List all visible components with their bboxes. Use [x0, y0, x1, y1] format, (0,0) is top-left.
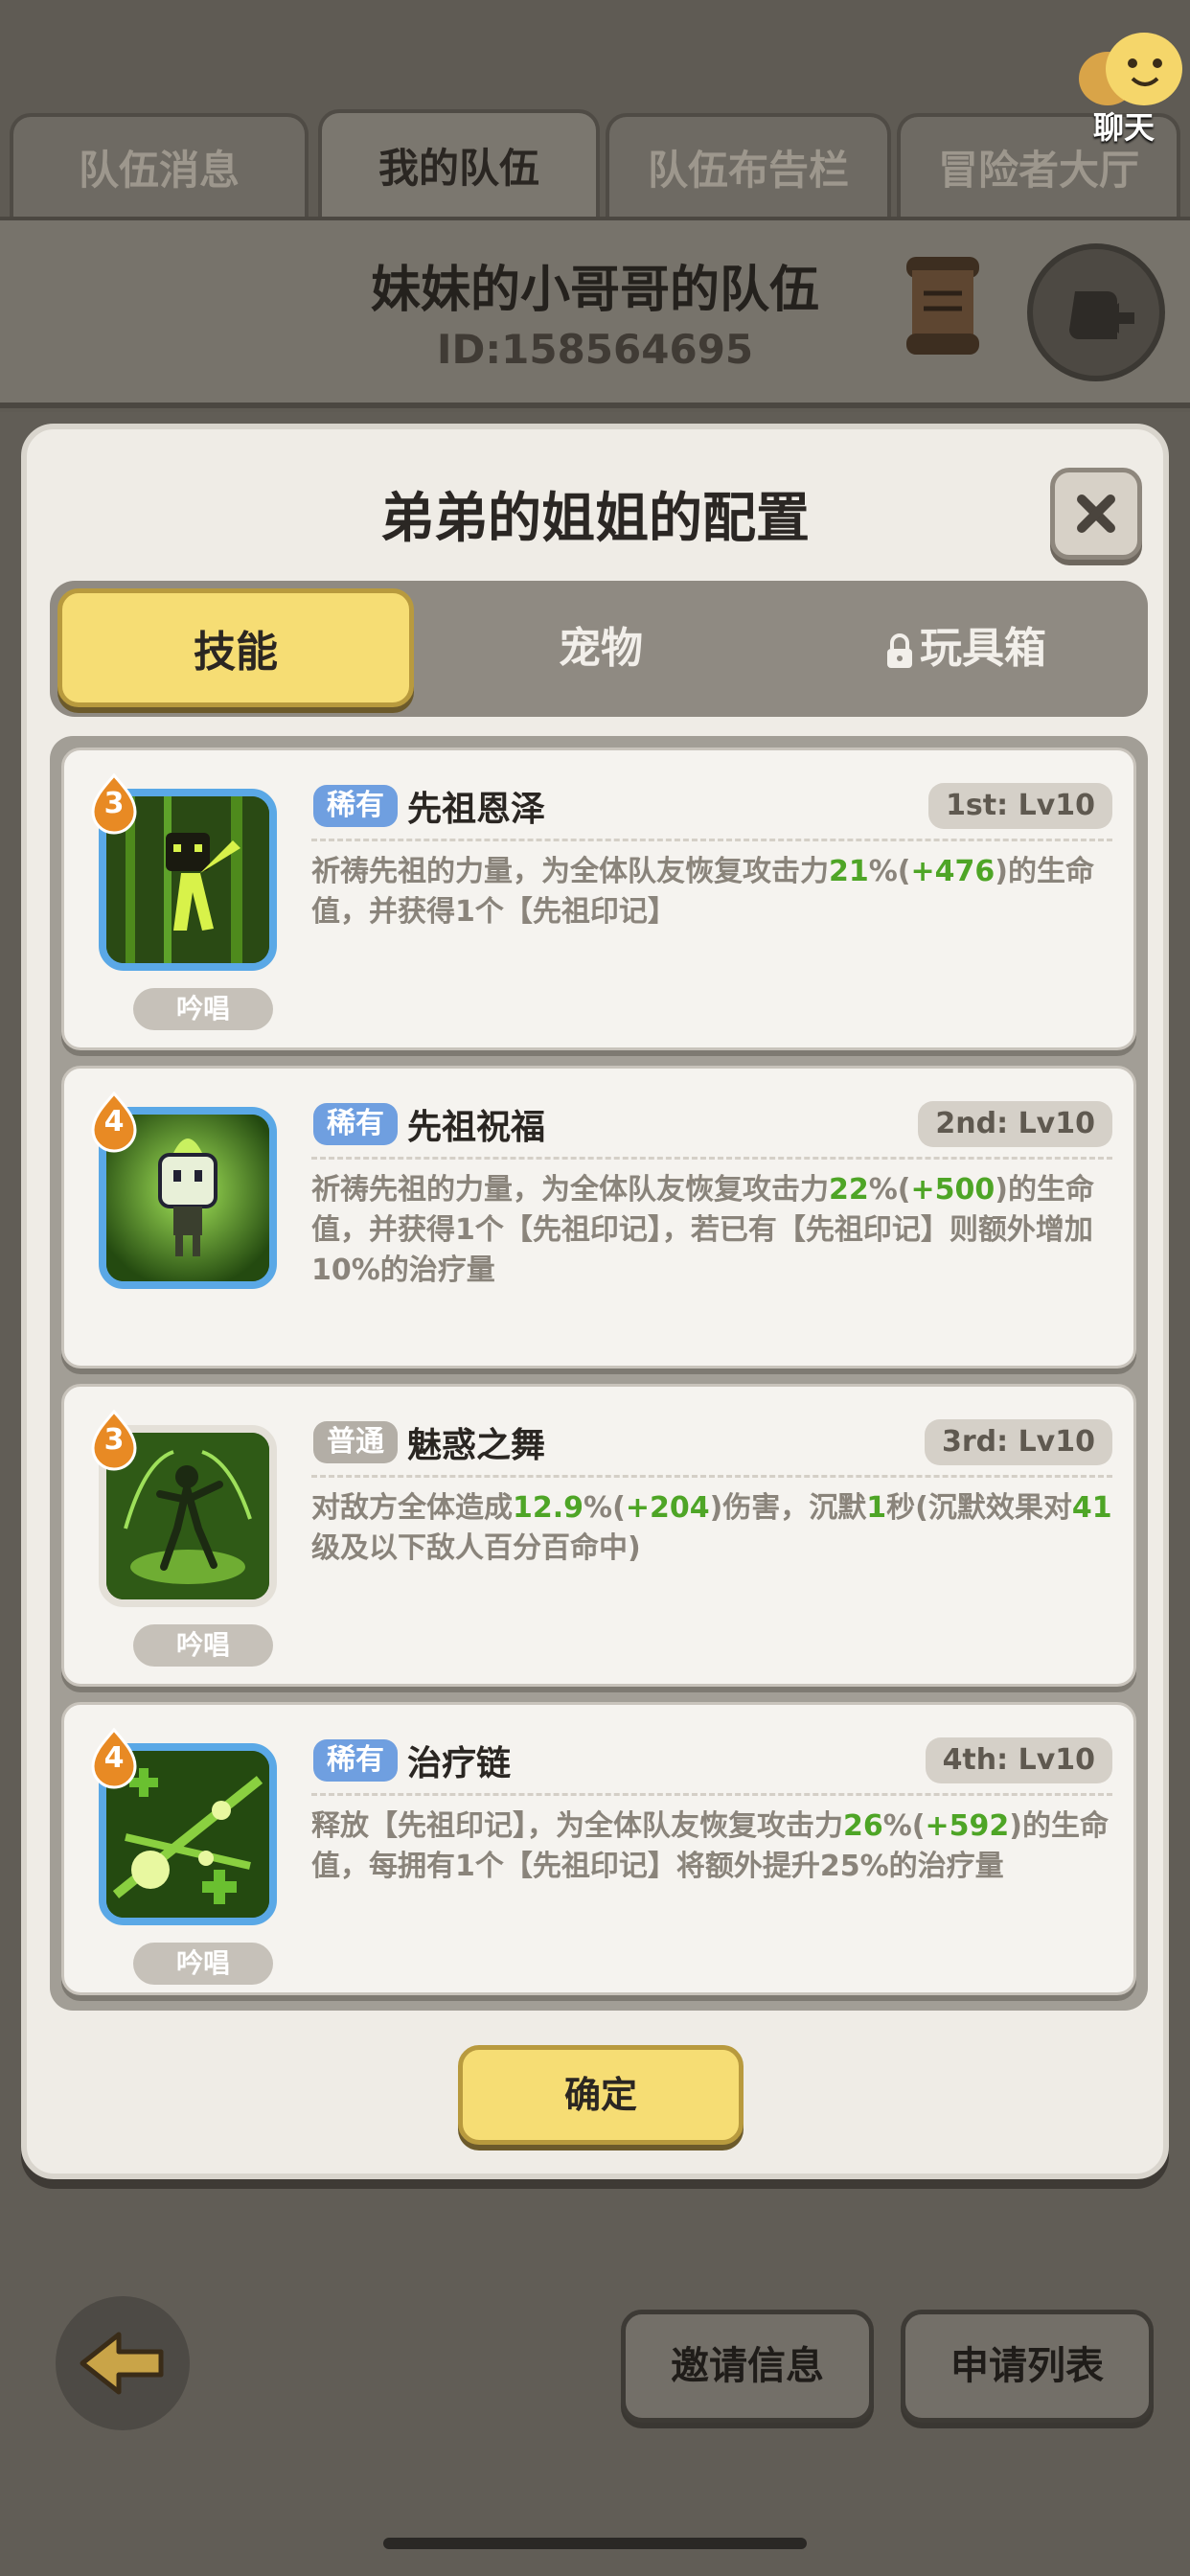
highlight-value: 1	[866, 1491, 887, 1525]
skill-level: 3	[103, 787, 125, 820]
divider	[311, 1157, 1112, 1160]
team-name: 妹妹的小哥哥的队伍	[370, 262, 819, 319]
description-text: %(	[868, 855, 911, 888]
close-icon	[1077, 494, 1115, 533]
divider	[311, 1793, 1112, 1796]
skill-name: 先祖恩泽	[407, 790, 546, 829]
slot-level-tag: 4th: Lv10	[925, 1737, 1112, 1783]
rarity-badge: 稀有	[313, 785, 398, 827]
skill-name: 治疗链	[407, 1744, 512, 1783]
rarity-badge: 稀有	[313, 1103, 398, 1145]
skill-level: 3	[103, 1423, 125, 1457]
divider	[311, 839, 1112, 841]
highlight-value: +500	[910, 1173, 995, 1207]
skill-description: 释放【先祖印记】，为全体队友恢复攻击力26%(+592)的生命值，每拥有1个【先…	[311, 1806, 1112, 1887]
tab-my-team[interactable]: 我的队伍	[318, 109, 600, 220]
description-text: 释放【先祖印记】，为全体队友恢复攻击力	[311, 1809, 843, 1843]
skill-level: 4	[103, 1741, 125, 1775]
close-button[interactable]	[1050, 468, 1142, 560]
skill-name: 魅惑之舞	[407, 1426, 546, 1465]
cast-tag: 吟唱	[133, 1624, 273, 1667]
skill-name: 先祖祝福	[407, 1108, 546, 1147]
loadout-modal: 弟弟的姐姐的配置 技能 宠物 玩具箱 3 吟唱 稀有 先祖恩泽 1st: Lv1…	[21, 424, 1169, 2179]
segment-pets[interactable]: 宠物	[423, 581, 778, 717]
skill-description: 对敌方全体造成12.9%(+204)伤害，沉默1秒(沉默效果对41 级及以下敌人百…	[311, 1488, 1112, 1569]
description-text: %(	[584, 1491, 626, 1525]
segment-toybox-label: 玩具箱	[920, 624, 1046, 673]
skill-card[interactable]: 3 吟唱 普通 魅惑之舞 3rd: Lv10 对敌方全体造成12.9%(+204…	[61, 1384, 1136, 1687]
skill-description: 祈祷先祖的力量，为全体队友恢复攻击力21%(+476)的生命值，并获得1个【先祖…	[311, 852, 1112, 932]
lock-icon	[887, 633, 912, 668]
description-text: 级及以下敌人百分百命中)	[311, 1531, 641, 1565]
rarity-badge: 普通	[313, 1421, 398, 1463]
rarity-badge: 稀有	[313, 1739, 398, 1782]
team-id: ID:158564695	[436, 326, 754, 373]
slot-level-tag: 1st: Lv10	[928, 783, 1112, 829]
segment-control: 技能 宠物 玩具箱	[50, 581, 1148, 717]
highlight-value: 26	[843, 1809, 883, 1843]
home-indicator	[383, 2538, 807, 2549]
description-text: 祈祷先祖的力量，为全体队友恢复攻击力	[311, 855, 829, 888]
top-tab-bar: 队伍消息 我的队伍 队伍布告栏 冒险者大厅	[10, 109, 1180, 220]
skill-card[interactable]: 4 稀有 先祖祝福 2nd: Lv10 祈祷先祖的力量，为全体队友恢复攻击力22…	[61, 1066, 1136, 1368]
skill-description: 祈祷先祖的力量，为全体队友恢复攻击力22%(+500)的生命值，并获得1个【先祖…	[311, 1170, 1112, 1291]
chat-label: 聊天	[1092, 109, 1155, 146]
apply-list-button[interactable]: 申请列表	[901, 2310, 1154, 2423]
back-button[interactable]	[56, 2296, 190, 2430]
highlight-value: +204	[625, 1491, 710, 1525]
skill-card[interactable]: 4 吟唱 稀有 治疗链 4th: Lv10 释放【先祖印记】，为全体队友恢复攻击…	[61, 1702, 1136, 1995]
description-text: %(	[882, 1809, 926, 1843]
modal-title: 弟弟的姐姐的配置	[380, 488, 810, 550]
description-text: )伤害，沉默	[709, 1491, 867, 1525]
description-text: 对敌方全体造成	[311, 1491, 513, 1525]
segment-toybox[interactable]: 玩具箱	[788, 581, 1142, 717]
highlight-value: 21	[829, 855, 869, 888]
highlight-value: 12.9	[513, 1491, 584, 1525]
description-text: %(	[868, 1173, 911, 1207]
slot-level-tag: 3rd: Lv10	[924, 1419, 1112, 1465]
highlight-value: +592	[925, 1809, 1010, 1843]
slot-level-tag: 2nd: Lv10	[918, 1101, 1112, 1147]
skills-list: 3 吟唱 稀有 先祖恩泽 1st: Lv10 祈祷先祖的力量，为全体队友恢复攻击…	[50, 736, 1148, 2011]
scroll-icon[interactable]	[897, 251, 989, 358]
description-text: 祈祷先祖的力量，为全体队友恢复攻击力	[311, 1173, 829, 1207]
highlight-value: +476	[910, 855, 995, 888]
skill-card[interactable]: 3 吟唱 稀有 先祖恩泽 1st: Lv10 祈祷先祖的力量，为全体队友恢复攻击…	[61, 748, 1136, 1050]
confirm-button[interactable]: 确定	[458, 2045, 744, 2145]
cast-tag: 吟唱	[133, 988, 273, 1030]
exit-icon[interactable]	[1027, 243, 1165, 381]
skill-level: 4	[103, 1105, 125, 1138]
invite-info-button[interactable]: 邀请信息	[621, 2310, 874, 2423]
highlight-value: 41	[1071, 1491, 1112, 1525]
tab-team-board[interactable]: 队伍布告栏	[606, 113, 891, 220]
description-text: 秒(沉默效果对	[886, 1491, 1072, 1525]
back-arrow-icon	[80, 2332, 164, 2395]
segment-skills[interactable]: 技能	[57, 588, 414, 707]
highlight-value: 22	[829, 1173, 869, 1207]
divider	[311, 1475, 1112, 1478]
tab-team-messages[interactable]: 队伍消息	[10, 113, 309, 220]
cast-tag: 吟唱	[133, 1943, 273, 1985]
